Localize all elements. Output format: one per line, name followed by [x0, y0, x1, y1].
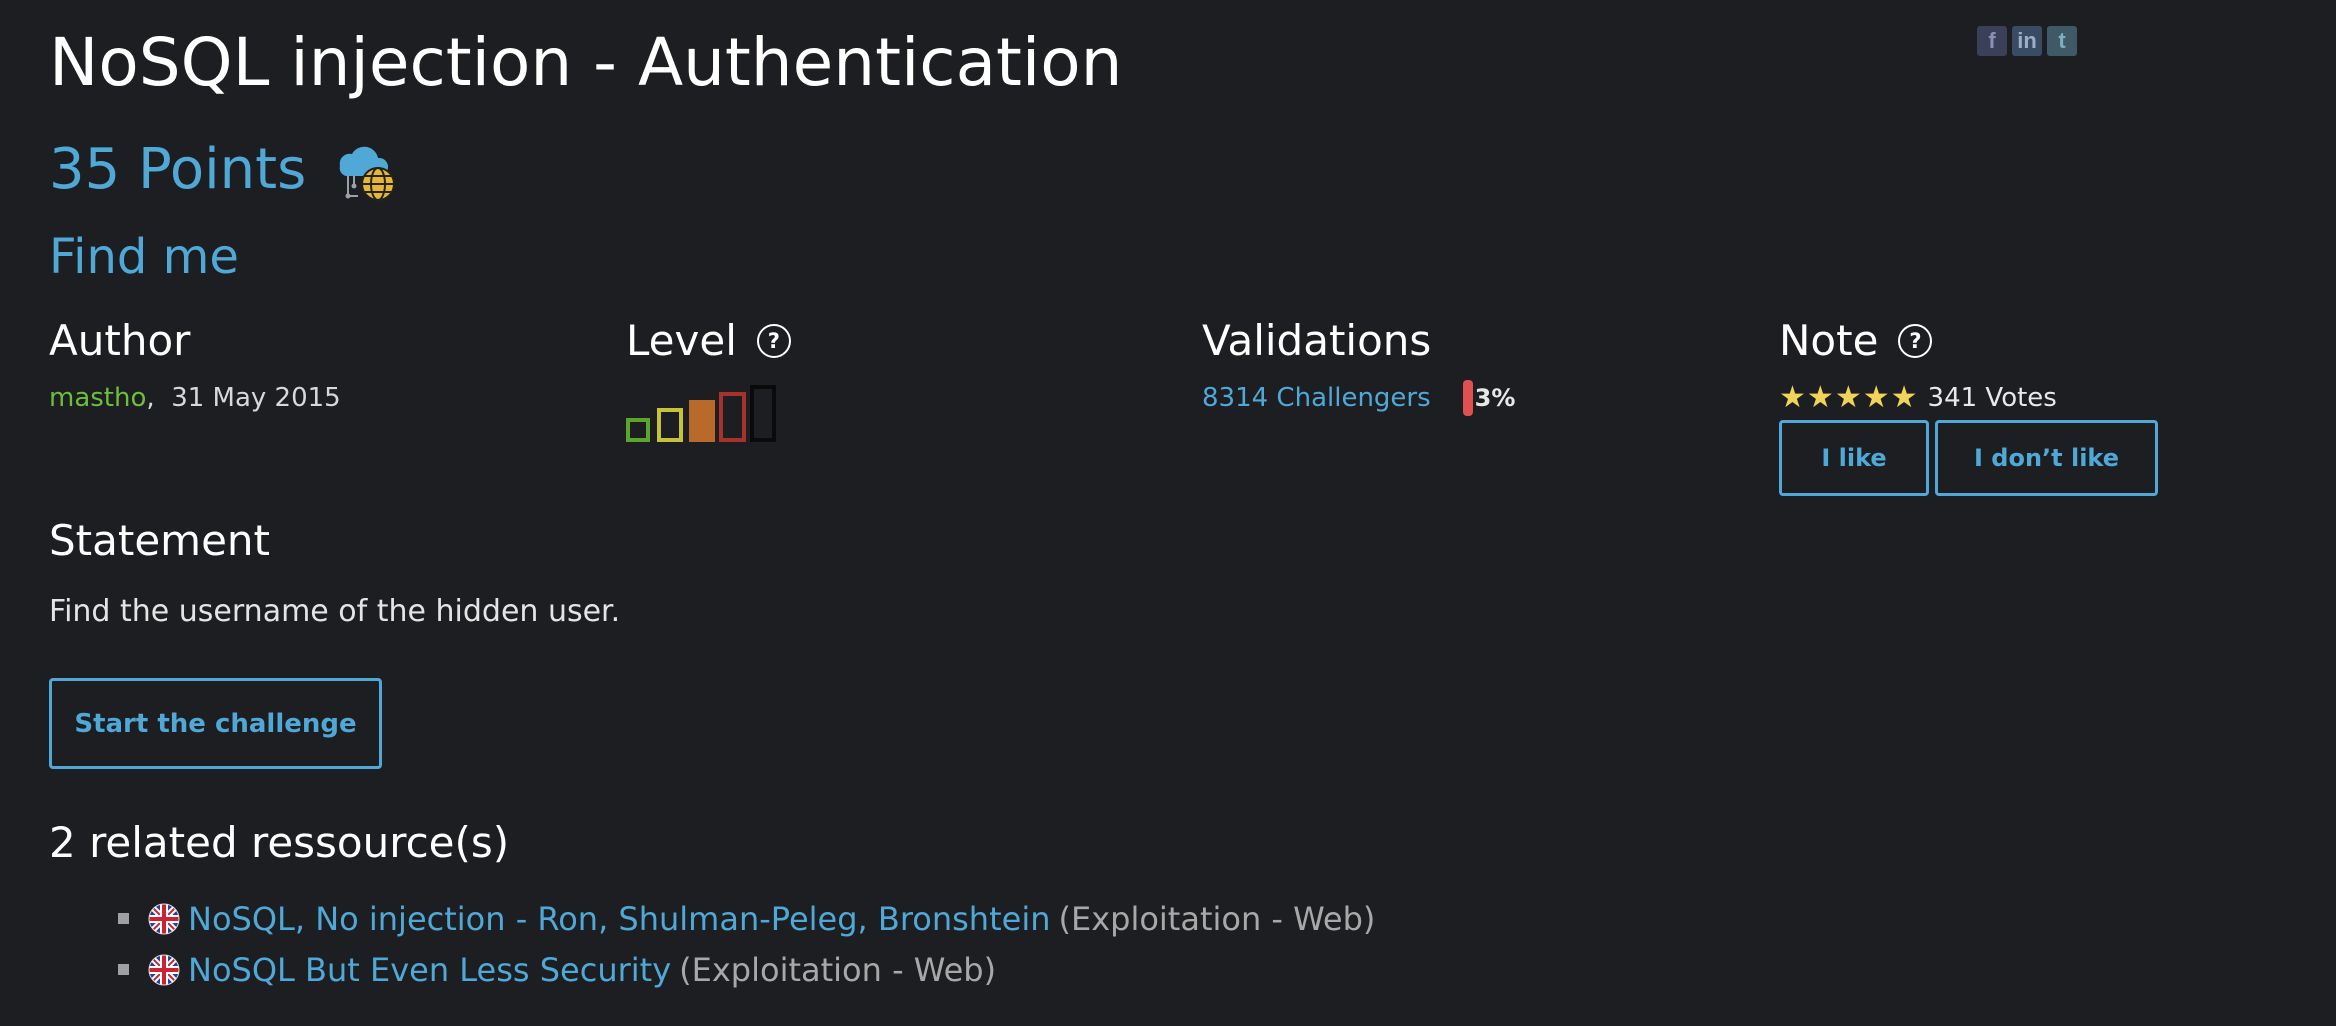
cloud-network-globe-icon[interactable] [332, 136, 400, 204]
author-separator: , [146, 383, 155, 413]
points-row: 35 Points [49, 130, 400, 210]
level-section: Level ? [626, 312, 791, 442]
bullet-icon [118, 913, 129, 924]
statement-heading: Statement [49, 516, 271, 565]
challenge-page: NoSQL injection - Authentication f in t … [0, 0, 2336, 1026]
validation-percent-bar [1462, 380, 1473, 416]
level-bar-4 [719, 392, 746, 442]
related-resource-category: (Exploitation - Web) [679, 950, 997, 989]
star-icon: ★ [1890, 380, 1918, 415]
votes-count: 341 Votes [1927, 383, 2057, 413]
page-title: NoSQL injection - Authentication [49, 24, 1123, 101]
level-heading-row: Level ? [626, 312, 791, 370]
level-help-icon[interactable]: ? [756, 324, 791, 358]
validations-line: 8314 Challengers 3% [1202, 380, 1515, 416]
like-button[interactable]: I like [1779, 420, 1929, 496]
related-resources-list: NoSQL, No injection - Ron, Shulman-Peleg… [118, 893, 1375, 995]
star-icon: ★ [1834, 380, 1862, 415]
star-icon: ★ [1806, 380, 1834, 415]
validation-percent: 3% [1474, 384, 1516, 412]
twitter-icon[interactable]: t [2047, 26, 2077, 56]
start-challenge-button[interactable]: Start the challenge [49, 678, 382, 769]
related-resource-link[interactable]: NoSQL, No injection - Ron, Shulman-Peleg… [188, 900, 1050, 938]
challenge-subtitle: Find me [49, 229, 239, 285]
level-heading: Level [626, 316, 737, 365]
related-resource-category: (Exploitation - Web) [1058, 899, 1376, 938]
statement-text: Find the username of the hidden user. [49, 594, 621, 629]
level-indicator[interactable] [626, 382, 786, 442]
star-icon: ★ [1779, 380, 1806, 415]
star-rating: ★ ★ ★ ★ ★ [1779, 380, 1918, 416]
linkedin-icon[interactable]: in [2012, 26, 2042, 56]
bullet-icon [118, 964, 129, 975]
dislike-button[interactable]: I don’t like [1935, 420, 2158, 496]
note-heading: Note [1779, 316, 1879, 365]
validations-heading: Validations [1202, 316, 1432, 365]
related-resources-heading: 2 related ressource(s) [49, 818, 510, 867]
facebook-icon[interactable]: f [1977, 26, 2007, 56]
vote-buttons: I like I don’t like [1779, 420, 2158, 496]
points-value: 35 Points [49, 137, 307, 202]
note-help-icon[interactable]: ? [1898, 324, 1933, 358]
level-bar-2 [657, 408, 683, 442]
related-resource-item: NoSQL But Even Less Security (Exploitati… [118, 944, 1375, 995]
uk-flag-icon [148, 954, 180, 986]
uk-flag-icon [148, 903, 180, 935]
level-bar-1 [626, 418, 650, 442]
author-heading: Author [49, 316, 191, 365]
level-bar-5 [750, 385, 776, 442]
validations-section: Validations 8314 Challengers 3% [1202, 312, 1515, 416]
author-section: Author mastho, 31 May 2015 [49, 312, 341, 416]
level-bar-3 [689, 400, 715, 442]
author-date: 31 May 2015 [171, 383, 341, 413]
note-heading-row: Note ? [1779, 312, 2158, 370]
star-icon: ★ [1862, 380, 1890, 415]
social-share-bar: f in t [1977, 26, 2077, 56]
author-link[interactable]: mastho [49, 383, 146, 413]
rating-line: ★ ★ ★ ★ ★ 341 Votes [1779, 380, 2158, 416]
author-line: mastho, 31 May 2015 [49, 380, 341, 416]
note-section: Note ? ★ ★ ★ ★ ★ 341 Votes I like I don’t li… [1779, 312, 2158, 496]
related-resource-item: NoSQL, No injection - Ron, Shulman-Peleg… [118, 893, 1375, 944]
related-resource-link[interactable]: NoSQL But Even Less Security [188, 951, 671, 989]
challengers-link[interactable]: 8314 Challengers [1202, 380, 1431, 416]
